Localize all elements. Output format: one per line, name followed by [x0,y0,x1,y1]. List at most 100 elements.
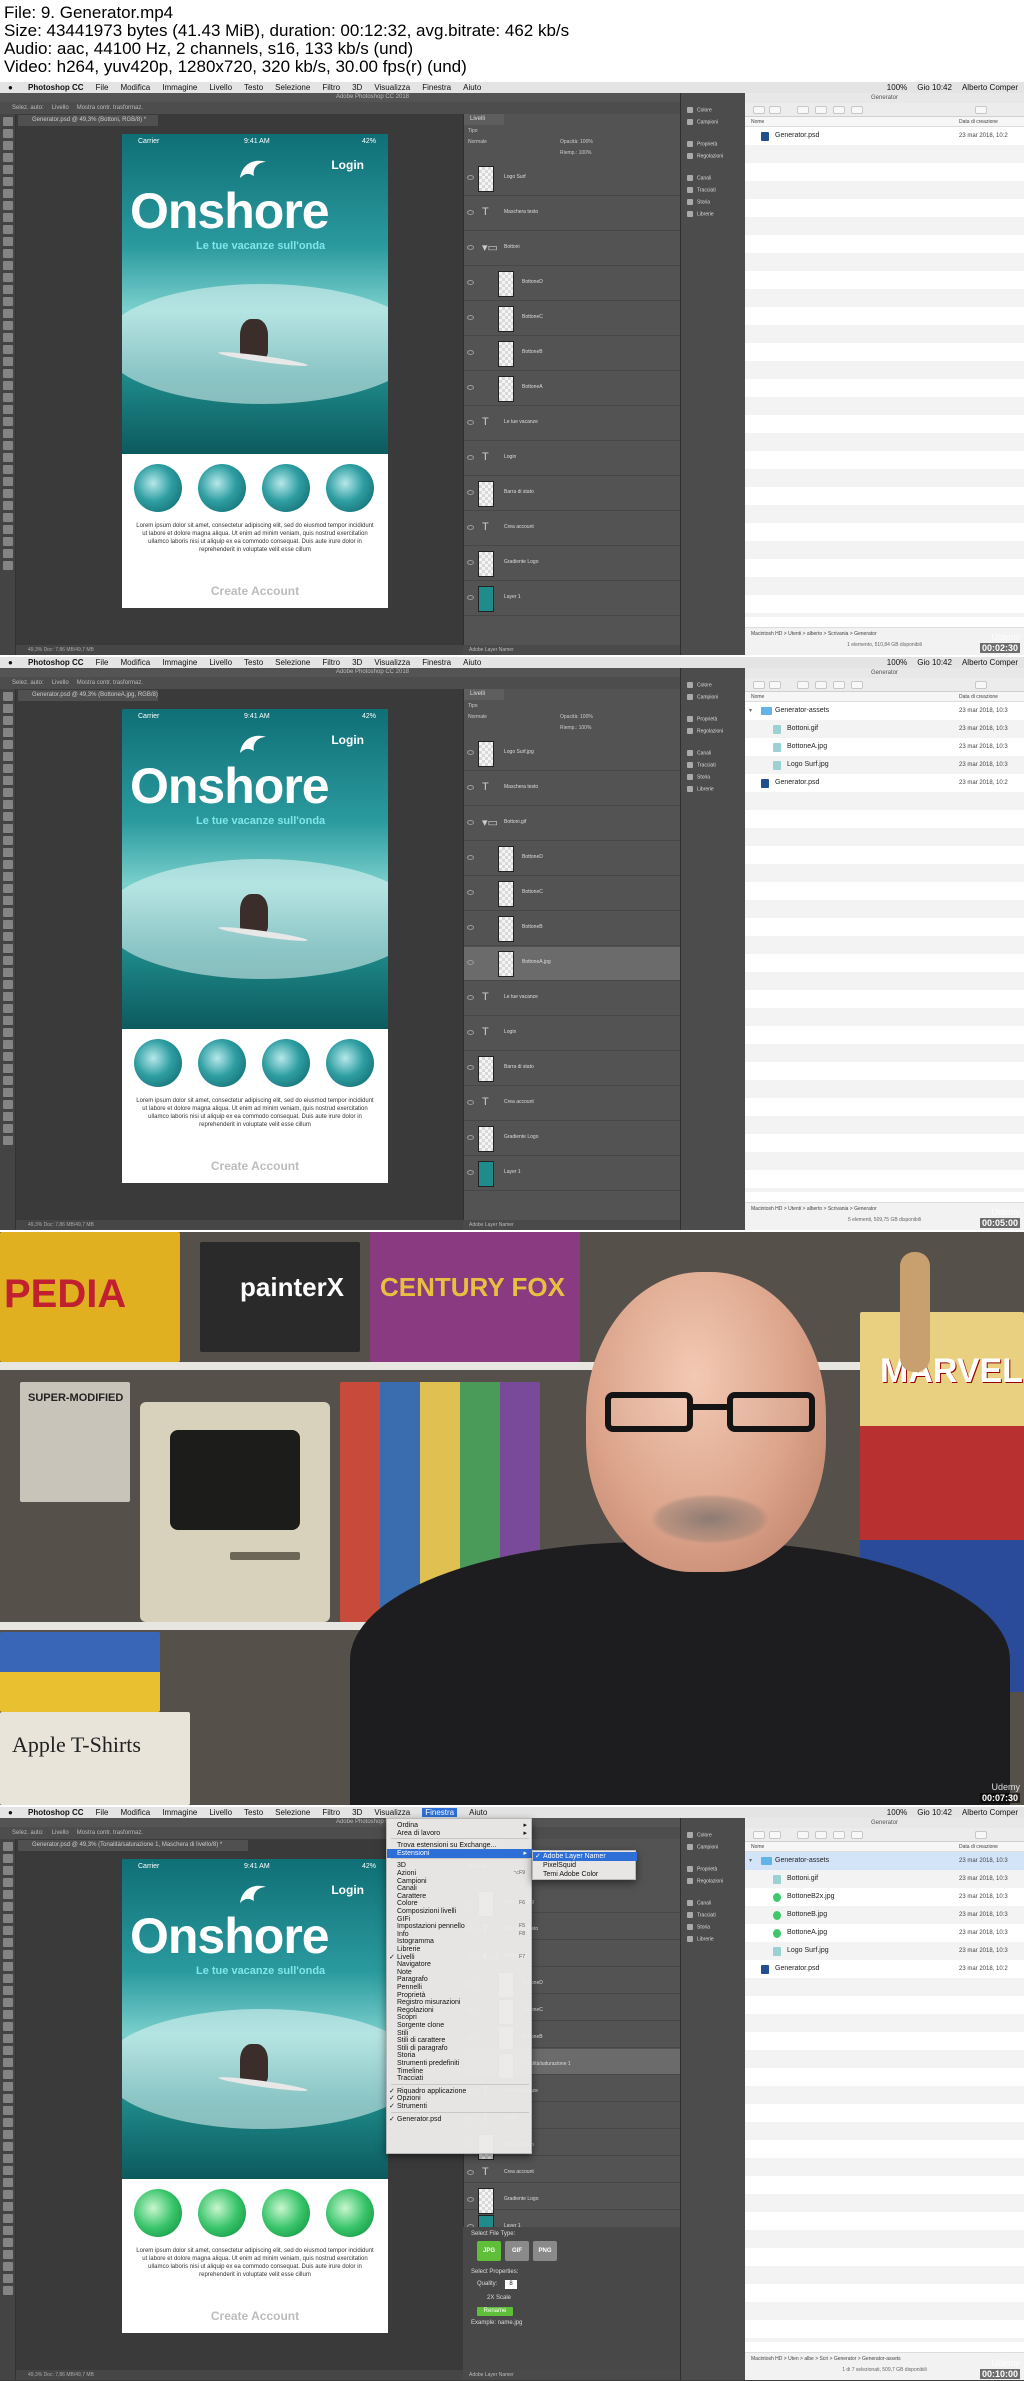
menu-photoshop-cc[interactable]: Photoshop CC [28,658,84,667]
apple-icon[interactable]: ● [8,1807,13,1818]
tool-icon[interactable] [2,405,13,414]
toolbar-button-icon[interactable] [769,106,781,114]
layer-row[interactable]: T Login [464,442,681,476]
tool-icon[interactable] [2,956,13,965]
option-item[interactable]: Selez. auto: [12,1830,44,1836]
tool-icon[interactable] [2,213,13,222]
rename-button[interactable]: Rename [477,2307,513,2316]
panel-shortcut-campioni[interactable]: Campioni [687,1844,718,1850]
apple-icon[interactable]: ● [8,82,13,93]
menu-selezione[interactable]: Selezione [275,1808,310,1817]
menu-photoshop-cc[interactable]: Photoshop CC [28,1808,84,1817]
menu-aiuto[interactable]: Aiuto [469,1808,487,1817]
tool-icon[interactable] [2,788,13,797]
panel-shortcut-canali[interactable]: Canali [687,750,711,756]
tool-icon[interactable] [2,2130,13,2139]
menu-immagine[interactable]: Immagine [162,83,197,92]
tool-icon[interactable] [2,2178,13,2187]
menu-file[interactable]: File [96,658,109,667]
menu-visualizza[interactable]: Visualizza [374,658,410,667]
option-item[interactable]: Livello [52,1830,69,1836]
tool-icon[interactable] [2,1016,13,1025]
fill-field[interactable]: Riemp.: 100% [560,149,591,158]
tool-icon[interactable] [2,2082,13,2091]
quality-input[interactable]: 8 [505,2280,517,2289]
tool-icon[interactable] [2,1040,13,1049]
tool-icon[interactable] [2,1842,13,1851]
tool-icon[interactable] [2,968,13,977]
gif-button[interactable]: GIF [505,2241,529,2261]
panel-shortcut-campioni[interactable]: Campioni [687,694,718,700]
option-item[interactable]: Mostra contr. trasformaz. [77,1830,143,1836]
apple-icon[interactable]: ● [8,657,13,668]
layer-row[interactable]: BottoneA [464,372,681,406]
tool-icon[interactable] [2,1028,13,1037]
round-button[interactable] [134,464,182,512]
menu-item[interactable]: ✓ Strumenti [387,2102,533,2111]
visibility-eye-icon[interactable] [467,210,474,215]
visibility-eye-icon[interactable] [467,315,474,320]
toolbar-button-icon[interactable] [815,106,827,114]
tool-icon[interactable] [2,1938,13,1947]
tool-icon[interactable] [2,561,13,570]
round-button[interactable] [198,464,246,512]
layer-filter[interactable]: Tipo [468,127,478,136]
visibility-eye-icon[interactable] [467,525,474,530]
menu-testo[interactable]: Testo [244,658,263,667]
tool-icon[interactable] [2,1064,13,1073]
tool-icon[interactable] [2,1914,13,1923]
menu-immagine[interactable]: Immagine [162,1808,197,1817]
panel-shortcut-librerie[interactable]: Librerie [687,211,714,217]
panel-shortcut-librerie[interactable]: Librerie [687,786,714,792]
tool-icon[interactable] [2,489,13,498]
layer-row[interactable]: T Le tue vacanze [464,982,681,1016]
menu-item[interactable]: Tracciati [387,2074,533,2083]
toolbar-button-icon[interactable] [797,106,809,114]
panel-shortcut-canali[interactable]: Canali [687,1900,711,1906]
menu-item[interactable]: Area di lavoro ▸ [387,1829,533,1838]
toolbar-button-icon[interactable] [753,106,765,114]
visibility-eye-icon[interactable] [467,785,474,790]
panel-shortcut-colore[interactable]: Colore [687,1832,712,1838]
layer-row[interactable]: BottoneD [464,842,681,876]
option-item[interactable]: Livello [52,680,69,686]
toolbar-button-icon[interactable] [833,106,845,114]
tool-icon[interactable] [2,177,13,186]
tool-icon[interactable] [2,525,13,534]
tool-icon[interactable] [2,369,13,378]
tool-icon[interactable] [2,800,13,809]
toolbar-button-icon[interactable] [851,681,863,689]
login-link[interactable]: Login [331,158,364,172]
menu-immagine[interactable]: Immagine [162,658,197,667]
tool-icon[interactable] [2,165,13,174]
tool-icon[interactable] [2,549,13,558]
layer-row[interactable]: BottoneA.jpg [464,947,681,981]
layer-row[interactable]: Barra di stato [464,477,681,511]
round-button[interactable] [134,1039,182,1087]
toolbar-button-icon[interactable] [769,681,781,689]
layer-row[interactable]: Logo Surf [464,162,681,196]
tool-icon[interactable] [2,920,13,929]
login-link[interactable]: Login [331,733,364,747]
tool-icon[interactable] [2,1136,13,1145]
layer-row[interactable]: Gradiente Logo [464,1122,681,1156]
round-button[interactable] [326,464,374,512]
tool-icon[interactable] [2,2262,13,2271]
jpg-button[interactable]: JPG [477,2241,501,2261]
panel-shortcut-campioni[interactable]: Campioni [687,119,718,125]
round-button[interactable] [326,1039,374,1087]
menu-visualizza[interactable]: Visualizza [374,83,410,92]
menu-3d[interactable]: 3D [352,658,362,667]
toolbar-button-icon[interactable] [833,1831,845,1839]
tool-icon[interactable] [2,393,13,402]
panel-shortcut-proprietà[interactable]: Proprietà [687,141,717,147]
tool-icon[interactable] [2,1902,13,1911]
tool-icon[interactable] [2,1088,13,1097]
option-item[interactable]: Selez. auto: [12,105,44,111]
column-date-header[interactable]: Data di creazione [959,117,998,127]
tool-icon[interactable] [2,716,13,725]
tool-icon[interactable] [2,2118,13,2127]
tool-icon[interactable] [2,740,13,749]
tool-icon[interactable] [2,1076,13,1085]
tool-icon[interactable] [2,189,13,198]
